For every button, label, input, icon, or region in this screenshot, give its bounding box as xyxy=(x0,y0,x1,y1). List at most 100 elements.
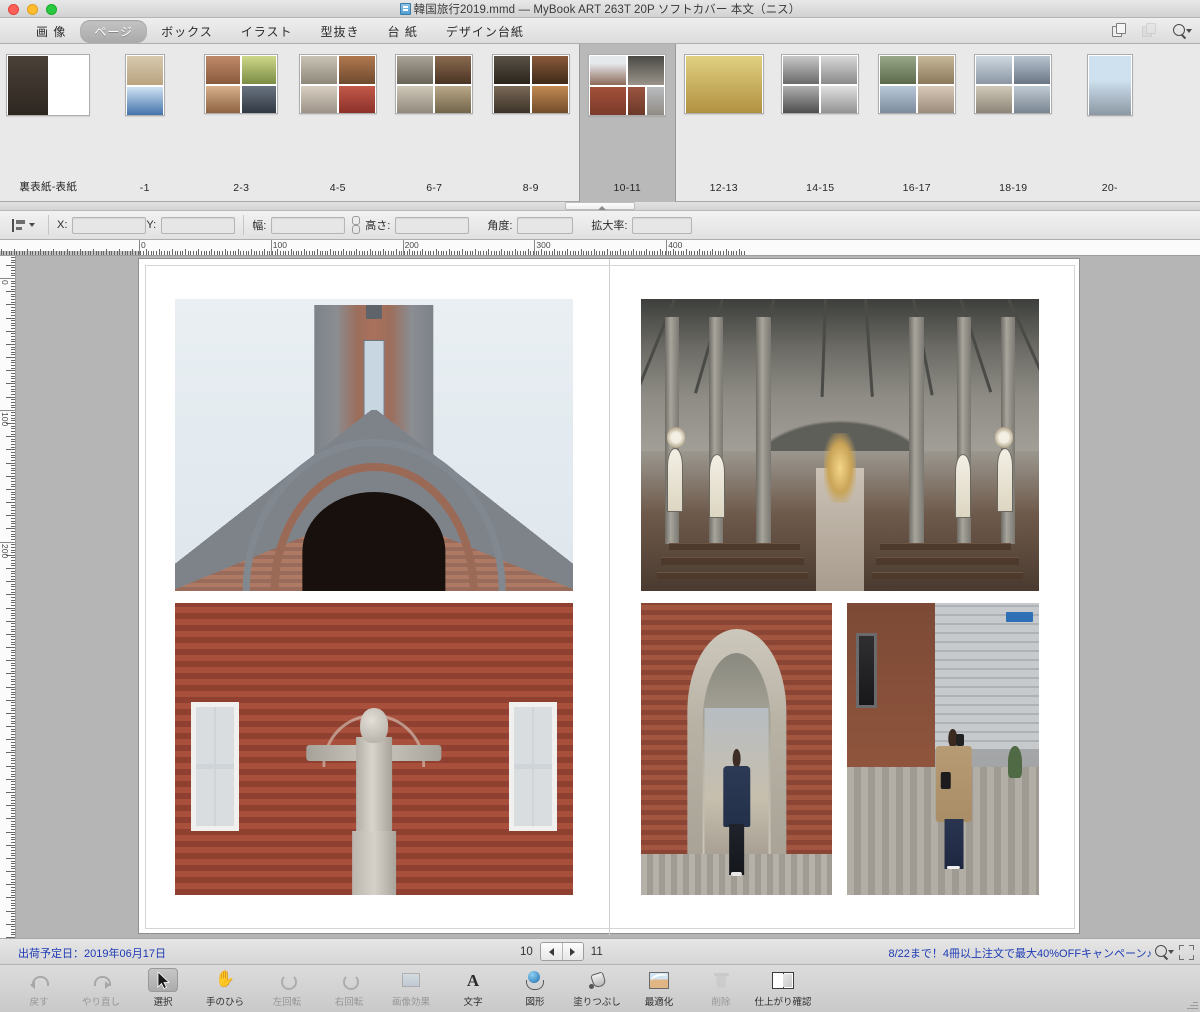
splitter-grip[interactable] xyxy=(565,202,635,210)
triangle-left-icon xyxy=(548,947,554,956)
tool-optimize[interactable]: 最適化 xyxy=(628,965,690,1012)
thumbnail-6-7[interactable]: 6-7 xyxy=(386,44,483,202)
hruler-label-1: 100 xyxy=(272,240,287,250)
property-label-3: 高さ: xyxy=(365,220,391,232)
bottom-toolbar: 戻す やり直し 選択 ✋ 手のひら 左回転 右回転 画像効果 A 文字 図形 塗りつぶし 最適化 削除 仕上… xyxy=(0,965,1200,1012)
rotate-left-icon xyxy=(272,968,302,992)
tool-fill[interactable]: 塗りつぶし xyxy=(566,965,628,1012)
tab-2[interactable]: ボックス xyxy=(147,20,227,43)
window-title: 韓国旅行2019.mmd — MyBook ART 263T 20P ソフトカバ… xyxy=(0,1,1200,17)
hruler-label-0: 0 xyxy=(141,240,146,250)
thumbnail-label: 裏表紙-表紙 xyxy=(19,181,78,193)
thumbnail--[interactable]: Seoul 2019 裏表紙-表紙 xyxy=(0,44,97,202)
thumbnail-image xyxy=(298,54,377,114)
tool-label-11: 削除 xyxy=(711,997,731,1008)
tab-0[interactable]: 画 像 xyxy=(22,20,80,43)
trash-icon xyxy=(706,968,736,992)
property-label-2: 幅: xyxy=(252,220,267,232)
thumbnail-image xyxy=(124,54,165,116)
vruler-label-2: 200 xyxy=(0,543,10,558)
property-input-5[interactable] xyxy=(632,216,693,234)
thumbnail-label: 10-11 xyxy=(613,182,642,194)
thumbnail--1[interactable]: -1 xyxy=(97,44,194,202)
thumbnail-image xyxy=(395,54,474,114)
property-label-5: 拡大率: xyxy=(591,220,628,232)
document-icon xyxy=(399,3,411,15)
promo-message[interactable]: 8/22まで！4冊以上注文で最大40%OFFキャンペーン♪ xyxy=(889,945,1153,961)
tab-1[interactable]: ページ xyxy=(80,19,148,43)
undo-icon xyxy=(24,968,54,992)
tool-preview-book[interactable]: 仕上がり確認 xyxy=(752,965,814,1012)
tool-text[interactable]: A 文字 xyxy=(442,965,504,1012)
thumbnail-label: 20- xyxy=(1101,182,1118,194)
thumbnail-label: 2-3 xyxy=(233,182,250,194)
window-resize-grip[interactable] xyxy=(1186,998,1198,1010)
thumbnail-label: 8-9 xyxy=(522,182,539,194)
property-input-3[interactable] xyxy=(395,216,470,234)
thumbnail-image xyxy=(877,54,956,114)
zoom-search-icon[interactable] xyxy=(1154,944,1174,960)
thumbnail-14-15[interactable]: 14-15 xyxy=(772,44,869,202)
tool-label-1: やり直し xyxy=(81,997,120,1008)
page-spread[interactable] xyxy=(138,258,1080,935)
thumbnail-12-13[interactable]: 12-13 xyxy=(676,44,773,202)
canvas-area[interactable] xyxy=(16,256,1200,938)
tool-undo: 戻す xyxy=(8,965,70,1012)
thumbnail-image xyxy=(588,54,667,116)
tool-label-6: 画像効果 xyxy=(391,997,430,1008)
photo-cathedral-exterior[interactable] xyxy=(175,299,573,591)
hand-icon: ✋ xyxy=(215,971,235,988)
link-aspect-icon[interactable] xyxy=(351,216,361,234)
window-title-text: 韓国旅行2019.mmd — MyBook ART 263T 20P ソフトカバ… xyxy=(413,4,801,16)
panel-splitter[interactable] xyxy=(0,202,1200,211)
cursor-icon xyxy=(148,968,178,992)
page-navigator[interactable]: 10 11 xyxy=(520,942,603,961)
tool-cursor[interactable]: 選択 xyxy=(132,965,194,1012)
thumbnail-10-11[interactable]: 10-11 xyxy=(579,44,676,202)
duplicate-icon[interactable] xyxy=(1112,23,1128,39)
photo-gateway-arch-person[interactable] xyxy=(641,603,832,895)
thumbnail-label: 16-17 xyxy=(902,182,931,194)
align-objects-icon[interactable] xyxy=(6,216,40,235)
next-page-button[interactable] xyxy=(561,943,583,960)
toolbar-right-icons xyxy=(1112,18,1192,44)
page-stepper[interactable] xyxy=(539,942,584,961)
tool-rotate-left: 左回転 xyxy=(256,965,318,1012)
shipping-date-label: 出荷予定日：2019年06月17日 xyxy=(18,948,166,960)
app-window: 韓国旅行2019.mmd — MyBook ART 263T 20P ソフトカバ… xyxy=(0,0,1200,1012)
photo-plaza-photographer[interactable] xyxy=(847,603,1039,895)
image-effect-icon xyxy=(396,968,426,992)
property-fields: X: Y: 幅: 高さ: 角度: 拡大率: xyxy=(57,215,693,235)
tab-5[interactable]: 台 紙 xyxy=(374,20,432,43)
search-icon[interactable] xyxy=(1172,23,1192,39)
thumbnail-18-19[interactable]: 18-19 xyxy=(965,44,1062,202)
thumbnail-image xyxy=(683,54,764,114)
property-input-0[interactable] xyxy=(72,216,147,234)
thumbnail-2-3[interactable]: 2-3 xyxy=(193,44,290,202)
tab-4[interactable]: 型抜き xyxy=(307,20,374,43)
thumbnail-16-17[interactable]: 16-17 xyxy=(869,44,966,202)
prev-page-button[interactable] xyxy=(540,943,562,960)
tab-6[interactable]: デザイン台紙 xyxy=(432,20,538,43)
property-input-2[interactable] xyxy=(271,216,346,234)
thumbnail-20-[interactable]: 20- xyxy=(1062,44,1159,202)
paste-icon[interactable] xyxy=(1142,23,1158,39)
thumbnail-image xyxy=(974,54,1053,114)
thumbnail-image xyxy=(491,54,570,114)
thumbnail-label: 14-15 xyxy=(806,182,835,194)
tool-trash: 削除 xyxy=(690,965,752,1012)
thumbnail-8-9[interactable]: 8-9 xyxy=(483,44,580,202)
tab-3[interactable]: イラスト xyxy=(227,20,307,43)
tab-list: 画 像ページ ボックス イラスト 型抜き台 紙デザイン台紙 xyxy=(22,18,538,44)
property-input-1[interactable] xyxy=(161,216,236,234)
page-thumbnail-strip[interactable]: Seoul 2019 裏表紙-表紙 -1 2-3 4-5 6-7 8-9 10-11 12-13… xyxy=(0,44,1200,202)
tool-shape[interactable]: 図形 xyxy=(504,965,566,1012)
fullscreen-icon[interactable] xyxy=(1179,945,1194,960)
tool-label-4: 左回転 xyxy=(272,997,302,1008)
photo-brick-wall-statue[interactable] xyxy=(175,603,573,895)
tab-toolbar: 画 像ページ ボックス イラスト 型抜き台 紙デザイン台紙 xyxy=(0,18,1200,44)
property-input-4[interactable] xyxy=(517,216,574,234)
thumbnail-4-5[interactable]: 4-5 xyxy=(290,44,387,202)
photo-cathedral-interior[interactable] xyxy=(641,299,1039,591)
tool-hand[interactable]: ✋ 手のひら xyxy=(194,965,256,1012)
